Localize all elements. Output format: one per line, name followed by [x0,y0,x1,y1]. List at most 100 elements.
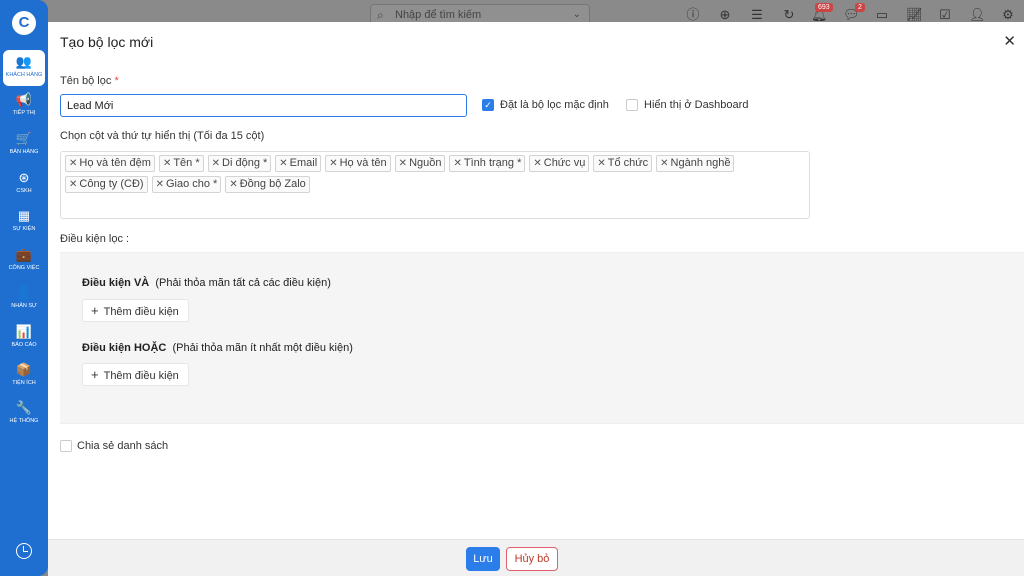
chat-badge: 2 [855,3,865,12]
history-icon[interactable] [16,543,32,559]
columns-select[interactable]: ✕ Họ và tên đệm ✕ Tên * ✕ Di động * ✕ Email ✕ Họ … [60,151,810,219]
create-filter-modal: Tạo bộ lọc mới ✕ Tên bộ lọc * ✓ Đặt là b… [48,22,1024,576]
sidebar-item-9[interactable]: 🔧 HỆ THỐNG [3,396,45,432]
conditions-area: Điều kiện VÀ (Phải thỏa mãn tất cả các đ… [60,252,1024,424]
save-button[interactable]: Lưu [466,547,500,571]
filter-name-input[interactable] [60,94,467,117]
remove-tag-icon[interactable]: ✕ [660,158,668,169]
column-tag-label: Giao cho * [165,178,218,190]
column-tag: ✕ Email [275,155,322,172]
list-icon[interactable]: ☰ [749,7,765,23]
column-tag: ✕ Đồng bộ Zalo [225,176,310,193]
remove-tag-icon[interactable]: ✕ [399,158,407,169]
sidebar-item-1[interactable]: 📢 TIẾP THỊ [3,88,45,124]
cancel-button[interactable]: Hủy bỏ [506,547,558,571]
refresh-icon[interactable]: ↻ [781,7,797,23]
sidebar-item-8[interactable]: 📦 TIỆN ÍCH [3,358,45,394]
search-placeholder: Nhập để tìm kiếm [395,9,482,21]
users-icon: 👥 [15,54,33,69]
column-tag-label: Tên * [173,157,200,169]
chart-icon[interactable]: 📈︎ [906,7,923,23]
notification-badge: 693 [815,3,833,12]
dashboard-checkbox[interactable] [626,99,638,111]
app-logo[interactable]: C [12,11,36,35]
column-tag: ✕ Tình trạng * [449,155,526,172]
column-tag: ✕ Nguồn [394,155,446,172]
column-tag: ✕ Di động * [207,155,272,172]
task-icon[interactable]: ☑ [937,7,953,23]
sidebar: C 👥 KHÁCH HÀNG 📢 TIẾP THỊ 🛒 BÁN HÀNG ⊛ CSKH ▦ SỰ … [0,0,48,576]
or-conditions-title: Điều kiện HOẶC (Phải thỏa mãn ít nhất mộ… [82,342,353,354]
required-marker: * [114,75,119,87]
remove-tag-icon[interactable]: ✕ [453,158,461,169]
column-tag-label: Ngành nghề [670,157,731,169]
sidebar-item-label: NHÂN SỰ [11,303,37,309]
box-icon: 📦 [15,362,33,377]
topbar: ⌕ Nhập để tìm kiếm ⌄ ⓘ ⊕ ☰ ↻ 🔔︎ 693 💬︎ 2… [48,0,1024,26]
dashboard-label: Hiển thị ở Dashboard [644,99,749,111]
column-tag: ✕ Họ và tên đệm [65,155,155,172]
gear-icon[interactable]: ⚙ [1000,7,1016,23]
add-and-condition-button[interactable]: + Thêm điều kiện [82,299,189,322]
person-icon: 👤 [15,285,33,300]
megaphone-icon: 📢 [15,92,33,107]
sidebar-item-5[interactable]: 💼 CÔNG VIỆC [3,243,45,279]
and-conditions-title: Điều kiện VÀ (Phải thỏa mãn tất cả các đ… [82,277,331,289]
briefcase-icon: 💼 [15,247,33,262]
column-tag-label: Họ và tên [339,157,387,169]
add-icon[interactable]: ⊕ [717,7,733,23]
column-tag: ✕ Ngành nghề [656,155,735,172]
sidebar-item-3[interactable]: ⊛ CSKH [3,166,45,202]
info-icon[interactable]: ⓘ [685,7,701,23]
remove-tag-icon[interactable]: ✕ [69,158,77,169]
share-list-checkbox[interactable] [60,440,72,452]
column-tag-label: Tổ chức [607,157,649,169]
sidebar-item-4[interactable]: ▦ SỰ KIỆN [3,204,45,240]
remove-tag-icon[interactable]: ✕ [533,158,541,169]
filter-name-label: Tên bộ lọc * [60,75,119,87]
default-filter-checkbox[interactable]: ✓ [482,99,494,111]
cart-icon: 🛒 [15,131,33,146]
column-tag: ✕ Công ty (CĐ) [65,176,148,193]
report-icon: 📊 [15,324,33,339]
column-tag: ✕ Tên * [158,155,204,172]
remove-tag-icon[interactable]: ✕ [212,158,220,169]
column-tag-label: Đồng bộ Zalo [239,178,306,190]
sidebar-item-7[interactable]: 📊 BÁO CÁO [3,320,45,356]
remove-tag-icon[interactable]: ✕ [229,179,237,190]
column-tag: ✕ Chức vụ [529,155,590,172]
modal-footer: Lưu Hủy bỏ [48,539,1024,576]
sidebar-item-0[interactable]: 👥 KHÁCH HÀNG [3,50,45,86]
remove-tag-icon[interactable]: ✕ [329,158,337,169]
sidebar-item-label: KHÁCH HÀNG [5,72,43,78]
sidebar-item-label: CSKH [16,188,32,194]
sidebar-item-label: TIẾP THỊ [12,110,36,116]
columns-label: Chọn cột và thứ tự hiển thị (Tối đa 15 c… [60,130,265,142]
remove-tag-icon[interactable]: ✕ [279,158,287,169]
share-list-label: Chia sẻ danh sách [77,440,169,452]
remove-tag-icon[interactable]: ✕ [69,179,77,190]
column-tag: ✕ Giao cho * [151,176,222,193]
remove-tag-icon[interactable]: ✕ [163,158,171,169]
sidebar-item-2[interactable]: 🛒 BÁN HÀNG [3,127,45,163]
user-icon[interactable]: 👤︎ [969,7,986,23]
wrench-icon: 🔧 [15,400,33,415]
add-or-condition-button[interactable]: + Thêm điều kiện [82,363,189,386]
remove-tag-icon[interactable]: ✕ [597,158,605,169]
remove-tag-icon[interactable]: ✕ [156,179,164,190]
column-tag-label: Họ và tên đệm [79,157,151,169]
column-tag-label: Chức vụ [543,157,586,169]
sidebar-item-label: BÁN HÀNG [9,149,39,155]
modal-title: Tạo bộ lọc mới [60,34,154,50]
default-filter-label: Đặt là bộ lọc mặc định [500,99,609,111]
sidebar-item-6[interactable]: 👤 NHÂN SỰ [3,281,45,317]
column-tag-label: Nguồn [409,157,442,169]
sidebar-item-label: HỆ THỐNG [9,418,39,424]
close-icon[interactable]: ✕ [1003,32,1016,50]
sidebar-item-label: CÔNG VIỆC [8,265,40,271]
calendar-icon[interactable]: ▭ [874,7,890,23]
sidebar-item-label: SỰ KIỆN [12,226,36,232]
conditions-label: Điều kiện lọc : [60,233,130,245]
column-tag-label: Tình trạng * [463,157,522,169]
sidebar-item-label: BÁO CÁO [11,342,37,348]
